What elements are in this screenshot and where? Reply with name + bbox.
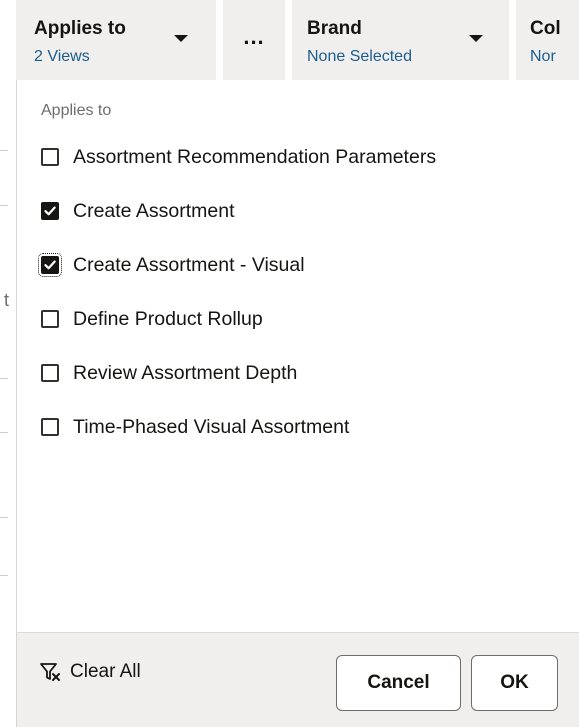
- checkbox[interactable]: [38, 253, 62, 277]
- background-divider: [0, 378, 8, 379]
- filter-clear-icon: [40, 663, 60, 681]
- col-title: Col: [530, 18, 561, 39]
- checkbox[interactable]: [41, 310, 59, 328]
- more-horizontal-icon: ...: [243, 24, 265, 49]
- option-label: Create Assortment: [73, 199, 235, 222]
- chevron-down-icon: [469, 35, 483, 42]
- chevron-down-icon: [174, 35, 188, 42]
- checkbox[interactable]: [41, 364, 59, 382]
- clear-all-button[interactable]: Clear All: [39, 661, 141, 683]
- ok-button[interactable]: OK: [471, 655, 558, 711]
- option-create-assortment[interactable]: Create Assortment: [41, 184, 436, 238]
- check-icon: [44, 206, 56, 216]
- applies-to-value: 2 Views: [34, 48, 90, 65]
- option-label: Create Assortment - Visual: [73, 253, 305, 276]
- filter-bar: Applies to 2 Views ... Brand None Select…: [0, 0, 579, 80]
- col-filter[interactable]: Col Nor: [516, 0, 579, 80]
- brand-filter[interactable]: Brand None Selected: [292, 0, 509, 80]
- option-review-assortment-depth[interactable]: Review Assortment Depth: [41, 346, 436, 400]
- checkbox[interactable]: [41, 418, 59, 436]
- option-assortment-recommendation-parameters[interactable]: Assortment Recommendation Parameters: [41, 130, 436, 184]
- option-label: Review Assortment Depth: [73, 361, 298, 384]
- applies-to-title: Applies to: [34, 18, 126, 39]
- background-divider: [0, 432, 8, 433]
- background-divider: [0, 150, 8, 151]
- option-create-assortment-visual[interactable]: Create Assortment - Visual: [38, 238, 436, 292]
- option-time-phased-visual-assortment[interactable]: Time-Phased Visual Assortment: [41, 400, 436, 454]
- clear-all-label: Clear All: [70, 661, 141, 682]
- background-divider: [0, 517, 8, 518]
- applies-to-dropdown-panel: Applies to Assortment Recommendation Par…: [16, 80, 579, 727]
- option-label: Assortment Recommendation Parameters: [73, 145, 437, 168]
- option-label: Define Product Rollup: [73, 307, 263, 330]
- more-filters-button[interactable]: ...: [223, 0, 285, 80]
- applies-to-options: Assortment Recommendation Parameters Cre…: [38, 130, 436, 454]
- checkbox[interactable]: [41, 148, 59, 166]
- brand-title: Brand: [307, 18, 362, 39]
- background-divider: [0, 575, 8, 576]
- brand-value: None Selected: [307, 48, 412, 65]
- option-label: Time-Phased Visual Assortment: [73, 415, 350, 438]
- checkbox[interactable]: [41, 202, 59, 220]
- check-icon: [44, 260, 56, 270]
- background-divider: [0, 205, 8, 206]
- cancel-button[interactable]: Cancel: [336, 655, 461, 711]
- applies-to-filter[interactable]: Applies to 2 Views: [16, 0, 216, 80]
- panel-footer: Clear All Cancel OK: [17, 632, 579, 727]
- option-define-product-rollup[interactable]: Define Product Rollup: [41, 292, 436, 346]
- background-text: t: [4, 290, 10, 310]
- col-value: Nor: [530, 48, 556, 65]
- panel-heading: Applies to: [41, 102, 112, 119]
